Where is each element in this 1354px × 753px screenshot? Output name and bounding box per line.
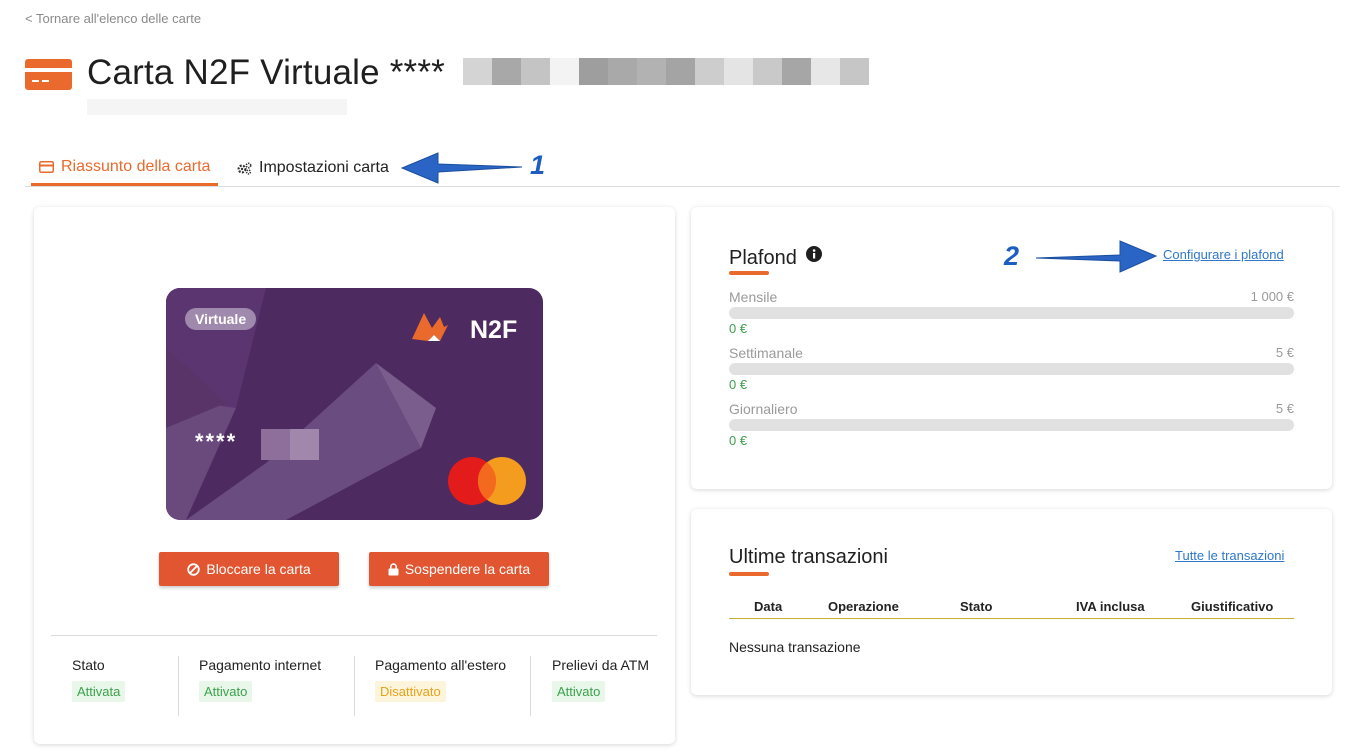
status-state: Stato Attivata bbox=[72, 657, 126, 715]
limit-max: 5 € bbox=[1275, 401, 1294, 416]
suspend-card-button[interactable]: Sospendere la carta bbox=[369, 552, 549, 586]
limit-progress-bar bbox=[729, 363, 1294, 375]
tab-card-summary[interactable]: Riassunto della carta bbox=[31, 150, 219, 186]
card-summary-panel: Virtuale N2F **** Bloccare la carta Sosp… bbox=[34, 207, 675, 744]
divider bbox=[530, 656, 531, 716]
title-underline bbox=[729, 271, 769, 275]
divider bbox=[51, 635, 657, 636]
column-header[interactable]: Stato bbox=[960, 599, 993, 614]
annotation-number-1: 1 bbox=[530, 150, 546, 180]
limit-progress-bar bbox=[729, 419, 1294, 431]
n2f-logo: N2F bbox=[410, 303, 525, 350]
block-card-label: Bloccare la carta bbox=[206, 561, 311, 577]
column-header[interactable]: Giustificativo bbox=[1191, 599, 1273, 614]
limit-name: Settimanale bbox=[729, 345, 803, 361]
limit-name: Mensile bbox=[729, 289, 778, 305]
mastercard-logo bbox=[448, 457, 526, 505]
status-badge: Attivata bbox=[72, 681, 126, 702]
n2f-logo-text: N2F bbox=[470, 316, 517, 344]
status-label: Stato bbox=[72, 657, 105, 673]
status-label: Pagamento all'estero bbox=[375, 657, 507, 673]
column-header[interactable]: Operazione bbox=[828, 599, 899, 614]
status-badge: Attivato bbox=[199, 681, 253, 702]
annotation-arrow-2 bbox=[1035, 240, 1158, 273]
redacted-subtitle bbox=[87, 99, 347, 115]
virtual-card-image: Virtuale N2F **** bbox=[166, 288, 543, 520]
card-number-masked: **** bbox=[195, 429, 238, 454]
annotation-arrow-1 bbox=[400, 152, 523, 184]
tab-card-settings[interactable]: Impostazioni carta bbox=[237, 150, 389, 186]
tab-label: Riassunto della carta bbox=[61, 157, 211, 175]
status-badge: Attivato bbox=[552, 681, 606, 702]
title-underline bbox=[729, 572, 769, 576]
block-card-button[interactable]: Bloccare la carta bbox=[159, 552, 339, 586]
all-transactions-link[interactable]: Tutte le transazioni bbox=[1175, 548, 1284, 563]
suspend-card-label: Sospendere la carta bbox=[404, 561, 531, 577]
tab-label: Impostazioni carta bbox=[259, 159, 389, 176]
annotation-number-2: 2 bbox=[1004, 241, 1020, 271]
gears-icon bbox=[237, 161, 252, 175]
info-icon[interactable] bbox=[806, 245, 823, 268]
limit-progress-bar bbox=[729, 307, 1294, 319]
credit-card-icon bbox=[39, 160, 54, 173]
virtual-badge: Virtuale bbox=[185, 308, 257, 330]
limit-name: Giornaliero bbox=[729, 401, 798, 417]
limit-used: 0 € bbox=[729, 321, 748, 336]
transactions-panel: Ultime transazioni Tutte le transazioni … bbox=[691, 509, 1332, 695]
limit-used: 0 € bbox=[729, 433, 748, 448]
redacted-card-name bbox=[463, 58, 869, 85]
status-atm-withdrawal: Prelievi da ATM Attivato bbox=[552, 657, 649, 715]
plafond-title: Plafond bbox=[729, 245, 823, 270]
divider bbox=[354, 656, 355, 716]
status-label: Pagamento internet bbox=[199, 657, 322, 673]
back-to-cards-link[interactable]: < Tornare all'elenco delle carte bbox=[25, 11, 201, 26]
transactions-table-header: Data Operazione Stato IVA inclusa Giusti… bbox=[729, 598, 1294, 619]
lock-icon bbox=[388, 562, 399, 576]
ban-icon bbox=[187, 562, 201, 576]
divider bbox=[178, 656, 179, 716]
tab-bar: Riassunto della carta Impostazioni carta bbox=[25, 150, 1340, 187]
page-title: Carta N2F Virtuale **** bbox=[87, 53, 446, 92]
status-foreign-payment: Pagamento all'estero Disattivato bbox=[375, 657, 506, 715]
limit-max: 1 000 € bbox=[1250, 289, 1294, 304]
configure-plafond-link[interactable]: Configurare i plafond bbox=[1163, 247, 1284, 262]
status-internet-payment: Pagamento internet Attivato bbox=[199, 657, 321, 715]
limit-used: 0 € bbox=[729, 377, 748, 392]
status-badge: Disattivato bbox=[375, 681, 446, 702]
column-header[interactable]: IVA inclusa bbox=[1076, 599, 1145, 614]
credit-card-icon bbox=[25, 59, 72, 90]
column-header[interactable]: Data bbox=[754, 599, 782, 614]
transactions-title: Ultime transazioni bbox=[729, 546, 888, 568]
redacted-card-digits bbox=[261, 429, 319, 460]
status-label: Prelievi da ATM bbox=[552, 657, 649, 673]
limit-max: 5 € bbox=[1275, 345, 1294, 360]
empty-transactions-message: Nessuna transazione bbox=[729, 639, 861, 655]
plafond-title-text: Plafond bbox=[729, 247, 797, 269]
